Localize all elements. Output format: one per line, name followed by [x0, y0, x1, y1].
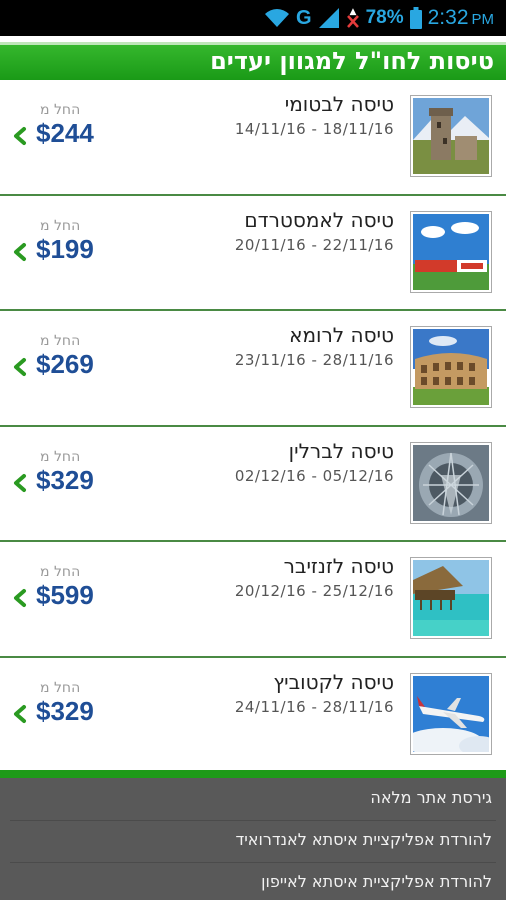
- price: $199: [36, 233, 94, 264]
- destination-title: טיסה לבטומי: [284, 92, 394, 116]
- airplane-image: [410, 672, 492, 755]
- chevron-left-icon: [14, 473, 26, 492]
- amsterdam-sign-image: [410, 210, 492, 293]
- footer: גירסת אתר מלאה להורדת אפליקציית איסתא לא…: [0, 778, 506, 900]
- price: $244: [36, 118, 94, 148]
- travel-dates: 14/11/16 - 18/11/16: [234, 120, 394, 138]
- footer-divider: [0, 770, 506, 778]
- chevron-left-icon: [14, 127, 26, 145]
- price-from-label: החל מ: [40, 102, 81, 118]
- no-sim-icon: ▲: [346, 7, 360, 29]
- destination-title: טיסה לברלין: [288, 438, 394, 463]
- travel-dates: 20/12/16 - 25/12/16: [234, 582, 394, 600]
- price-from-label: החל מ: [40, 448, 81, 465]
- page-title: טיסות לחו"ל למגוון יעדים: [210, 47, 494, 75]
- android-app-link[interactable]: להורדת אפליקציית איסתא לאנדרואיד: [235, 830, 492, 849]
- network-type: G: [296, 6, 312, 29]
- batumi-tower-image: [410, 95, 492, 177]
- chevron-left-icon: [14, 589, 26, 607]
- clock-time: 2:32: [427, 6, 469, 29]
- battery-icon: [409, 7, 422, 29]
- signal-icon: [318, 7, 340, 29]
- travel-dates: 24/11/16 - 28/11/16: [234, 697, 394, 716]
- travel-dates: 23/11/16 - 28/11/16: [234, 351, 394, 369]
- zanzibar-beach-image: [410, 557, 492, 639]
- price-from-label: החל מ: [40, 217, 81, 234]
- clock-ampm: PM: [471, 11, 495, 28]
- price: $329: [36, 464, 94, 495]
- flight-row-katowice[interactable]: טיסה לקטוביץ 24/11/16 - 28/11/16 החל מ $…: [0, 657, 506, 773]
- travel-dates: 20/11/16 - 22/11/16: [234, 235, 394, 254]
- price-from-label: החל מ: [40, 564, 81, 580]
- svg-text:▲: ▲: [349, 7, 356, 17]
- flight-row-amsterdam[interactable]: טיסה לאמסטרדם 20/11/16 - 22/11/16 החל מ …: [0, 195, 506, 311]
- destination-title: טיסה לאמסטרדם: [244, 207, 394, 232]
- flight-row-zanzibar[interactable]: טיסה לזנזיבר 20/12/16 - 25/12/16 החל מ $…: [0, 542, 506, 658]
- price-from-label: החל מ: [40, 333, 81, 349]
- price: $269: [36, 349, 94, 379]
- price: $329: [36, 695, 94, 726]
- travel-dates: 02/12/16 - 05/12/16: [234, 466, 394, 485]
- footer-separator: [10, 820, 496, 821]
- destination-title: טיסה לזנזיבר: [283, 554, 394, 578]
- price-from-label: החל מ: [40, 679, 81, 696]
- chevron-left-icon: [14, 242, 26, 261]
- wifi-icon: [264, 8, 290, 28]
- status-icons: G ▲ 78% 2:32 PM: [264, 0, 494, 36]
- full-site-link[interactable]: גירסת אתר מלאה: [370, 788, 492, 807]
- page-header: טיסות לחו"ל למגוון יעדים: [0, 42, 506, 80]
- footer-separator: [10, 862, 496, 863]
- status-bar: G ▲ 78% 2:32 PM: [0, 0, 506, 36]
- battery-level: 78%: [365, 7, 404, 28]
- iphone-app-link[interactable]: להורדת אפליקציית איסתא לאייפון: [261, 872, 492, 891]
- colosseum-image: [410, 326, 492, 408]
- flight-list: טיסה לבטומי 14/11/16 - 18/11/16 החל מ $2…: [0, 80, 506, 773]
- clock: 2:32 PM: [428, 6, 494, 30]
- flight-row-berlin[interactable]: טיסה לברלין 02/12/16 - 05/12/16 החל מ $3…: [0, 426, 506, 542]
- flight-row-batumi[interactable]: טיסה לבטומי 14/11/16 - 18/11/16 החל מ $2…: [0, 80, 506, 196]
- price: $599: [36, 580, 94, 610]
- chevron-left-icon: [14, 704, 26, 723]
- destination-title: טיסה לרומא: [289, 323, 394, 347]
- chevron-left-icon: [14, 358, 26, 376]
- destination-title: טיסה לקטוביץ: [273, 669, 394, 694]
- reichstag-dome-image: [410, 441, 492, 524]
- flight-row-rome[interactable]: טיסה לרומא 23/11/16 - 28/11/16 החל מ $26…: [0, 311, 506, 427]
